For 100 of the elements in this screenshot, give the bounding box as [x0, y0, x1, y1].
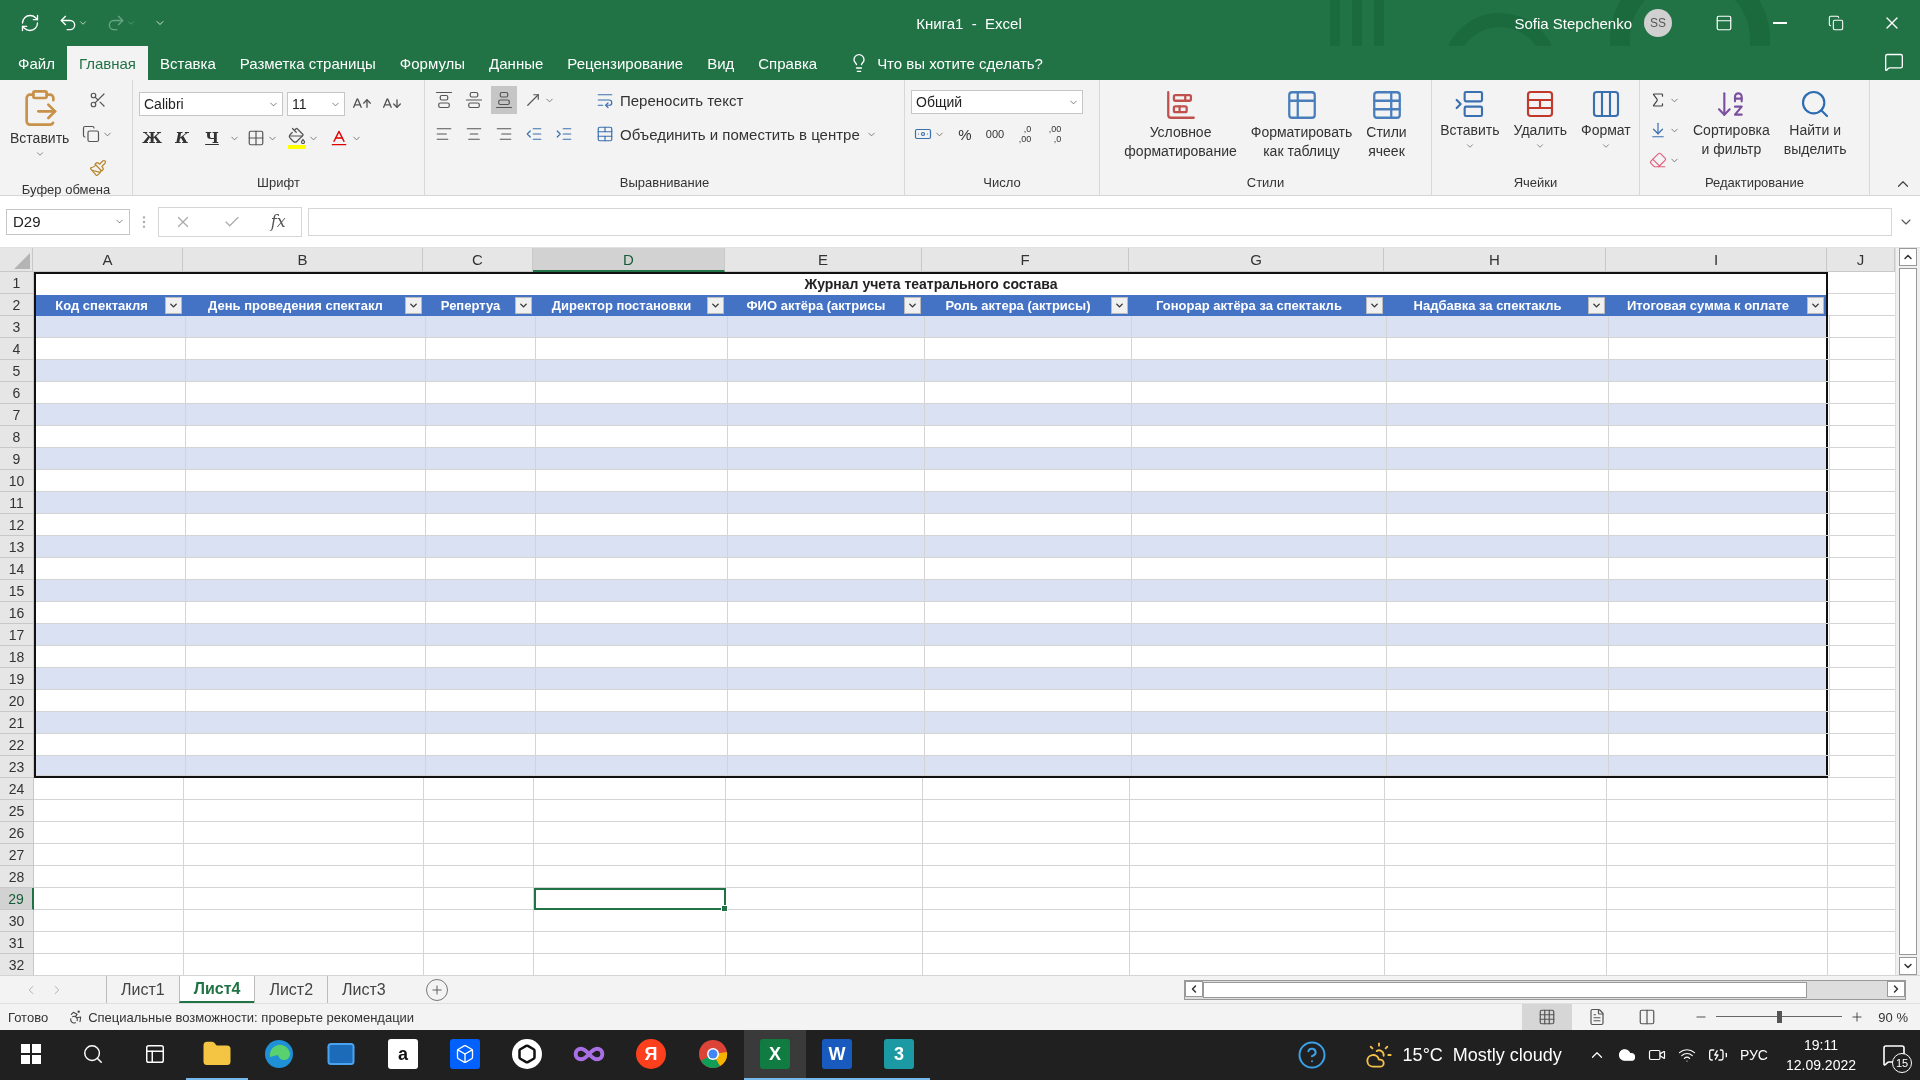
- user-name: Sofia Stepchenko: [1514, 14, 1632, 32]
- decimal-button[interactable]: ,00 ,0: [1042, 120, 1068, 148]
- font-name-field[interactable]: Calibri: [139, 92, 283, 116]
- styles-button[interactable]: Стили ячеек: [1362, 86, 1411, 175]
- weather-widget[interactable]: 15°C Mostly cloudy: [1358, 1040, 1568, 1070]
- row-header[interactable]: 27: [0, 844, 34, 866]
- column-header[interactable]: I: [1606, 248, 1827, 272]
- name-box[interactable]: D29: [6, 208, 130, 235]
- column-header[interactable]: J: [1827, 248, 1895, 272]
- editing-button[interactable]: Найти и выделить: [1779, 86, 1851, 175]
- ribbon-tab[interactable]: Главная: [66, 46, 148, 80]
- row-header[interactable]: 8: [0, 426, 34, 448]
- merge-center-button[interactable]: Объединить и поместить в центре: [593, 120, 880, 148]
- row-header[interactable]: 32: [0, 954, 34, 975]
- row-header[interactable]: 10: [0, 470, 34, 492]
- row-header[interactable]: 15: [0, 580, 34, 602]
- zoom-level[interactable]: 90 %: [1878, 1009, 1908, 1025]
- row-header[interactable]: 19: [0, 668, 34, 690]
- thousands-button[interactable]: 000: [982, 120, 1008, 148]
- ribbon-tab[interactable]: Файл: [6, 46, 67, 80]
- cells-button[interactable]: Формат: [1577, 86, 1635, 175]
- row-header[interactable]: 2: [0, 294, 34, 316]
- tell-me-search[interactable]: Что вы хотите сделать?: [843, 46, 1049, 80]
- column-header[interactable]: B: [183, 248, 423, 272]
- paste-button[interactable]: Вставить: [6, 86, 74, 182]
- status-text: Готово: [8, 1009, 49, 1025]
- row-header[interactable]: 31: [0, 932, 34, 954]
- row-header[interactable]: 26: [0, 822, 34, 844]
- row-header[interactable]: 6: [0, 382, 34, 404]
- accessibility-button[interactable]: Специальные возможности: проверьте рекомендации: [68, 1009, 415, 1025]
- row-header[interactable]: 30: [0, 910, 34, 932]
- row-header[interactable]: 9: [0, 448, 34, 470]
- font-style-button[interactable]: Ж: [139, 124, 165, 152]
- font-style-button[interactable]: К: [169, 124, 195, 152]
- row-header[interactable]: 3: [0, 316, 34, 338]
- taskbar-app[interactable]: Я: [620, 1030, 682, 1080]
- row-header[interactable]: 25: [0, 800, 34, 822]
- cells-button[interactable]: Удалить: [1509, 86, 1572, 175]
- insert-function-button[interactable]: fx: [270, 212, 286, 231]
- group-label: Выравнивание: [618, 175, 711, 192]
- clock[interactable]: 19:11 12.09.2022: [1779, 1037, 1862, 1073]
- ribbon-tab[interactable]: Формулы: [387, 46, 478, 80]
- ribbon-tab[interactable]: Справка: [746, 46, 830, 80]
- font-size-field[interactable]: 11: [287, 92, 345, 116]
- styles-button[interactable]: Условное форматирование: [1120, 86, 1241, 175]
- cells-button[interactable]: Вставить: [1436, 86, 1504, 175]
- header-label: Гонорар актёра за спектакль: [1155, 298, 1343, 313]
- row-header[interactable]: 17: [0, 624, 34, 646]
- user-avatar[interactable]: SS: [1644, 9, 1672, 37]
- row-header[interactable]: 5: [0, 360, 34, 382]
- column-header[interactable]: D: [533, 248, 725, 272]
- row-header[interactable]: 21: [0, 712, 34, 734]
- row-header[interactable]: 12: [0, 514, 34, 536]
- header-label: День проведения спектакл: [207, 298, 384, 313]
- row-header[interactable]: 20: [0, 690, 34, 712]
- taskbar-app[interactable]: W: [806, 1030, 868, 1080]
- font-style-button[interactable]: Ч: [199, 124, 225, 152]
- excel-icon: X: [760, 1039, 790, 1069]
- row-header[interactable]: 28: [0, 866, 34, 888]
- column-header[interactable]: E: [725, 248, 922, 272]
- row-header[interactable]: 11: [0, 492, 34, 514]
- percent-button[interactable]: %: [952, 120, 978, 148]
- group-label: Шрифт: [256, 175, 301, 192]
- column-header[interactable]: F: [922, 248, 1129, 272]
- header-label: Итоговая сумма к оплате: [1625, 298, 1791, 313]
- styles-button[interactable]: Форматировать как таблицу: [1246, 86, 1357, 175]
- column-header[interactable]: A: [33, 248, 183, 272]
- row-header[interactable]: 22: [0, 734, 34, 756]
- ribbon-tab[interactable]: Данные: [477, 46, 556, 80]
- row-header[interactable]: 18: [0, 646, 34, 668]
- ribbon-tab[interactable]: Разметка страницы: [227, 46, 388, 80]
- ribbon-tab[interactable]: Вставка: [148, 46, 228, 80]
- group-label: Стили: [1245, 175, 1286, 192]
- row-header[interactable]: 4: [0, 338, 34, 360]
- window-title: Книга1 - Excel: [916, 14, 1022, 32]
- amazon-icon: a: [388, 1039, 418, 1069]
- group-label: Редактирование: [1704, 175, 1805, 192]
- row-header[interactable]: 14: [0, 558, 34, 580]
- row-header[interactable]: 7: [0, 404, 34, 426]
- row-header[interactable]: 24: [0, 778, 34, 800]
- sheet-tab[interactable]: Лист4: [178, 976, 255, 1003]
- wrap-text-button[interactable]: Переносить текст: [593, 86, 880, 114]
- column-header[interactable]: G: [1129, 248, 1384, 272]
- column-header[interactable]: H: [1384, 248, 1606, 272]
- ribbon-tab[interactable]: Вид: [695, 46, 747, 80]
- column-header[interactable]: C: [423, 248, 533, 272]
- decimal-button[interactable]: ,0 ,00: [1012, 120, 1038, 148]
- row-header[interactable]: 16: [0, 602, 34, 624]
- editing-button[interactable]: Сортировка и фильтр: [1689, 86, 1774, 175]
- row-header[interactable]: 29: [0, 888, 34, 910]
- row-header[interactable]: 13: [0, 536, 34, 558]
- taskbar-app[interactable]: a: [372, 1030, 434, 1080]
- row-header[interactable]: 23: [0, 756, 34, 778]
- row-header[interactable]: 1: [0, 272, 34, 294]
- notifications-button[interactable]: 15: [1874, 1035, 1914, 1075]
- taskbar-app[interactable]: X: [744, 1030, 806, 1080]
- ribbon-tab[interactable]: Рецензирование: [555, 46, 696, 80]
- language-indicator[interactable]: РУС: [1739, 1047, 1768, 1063]
- number-format-field[interactable]: Общий: [911, 90, 1083, 114]
- header-label: Роль актера (актрисы): [944, 298, 1092, 313]
